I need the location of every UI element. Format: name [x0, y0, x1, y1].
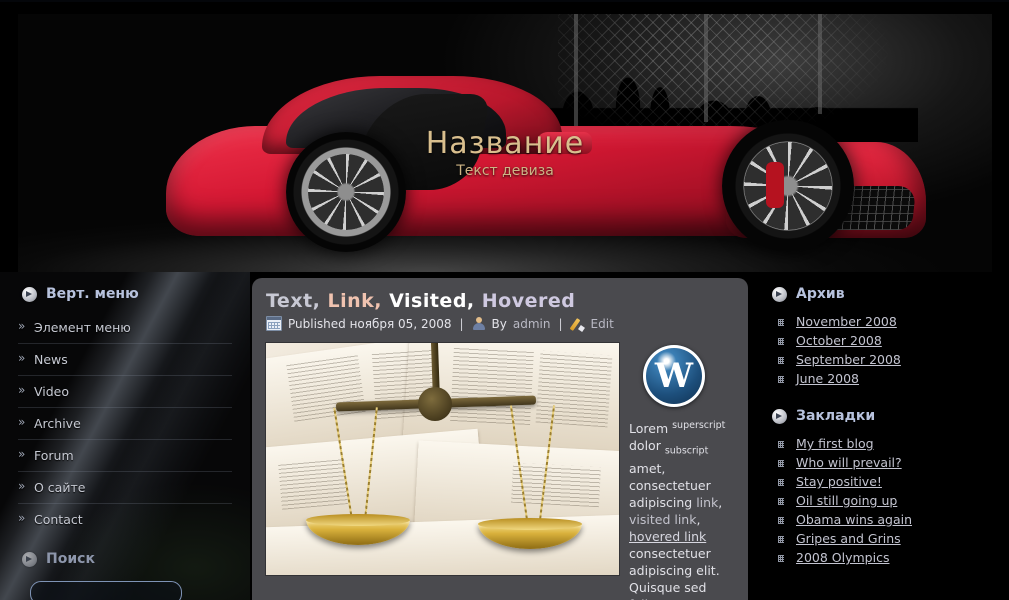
- vertical-menu-heading: Верт. меню: [0, 272, 250, 312]
- bookmark-link-obama-wins-again[interactable]: Obama wins again: [796, 512, 912, 527]
- meta-separator: |: [459, 316, 464, 331]
- sidebar-item-contact[interactable]: Contact: [18, 504, 232, 535]
- published-date: Published ноября 05, 2008: [288, 316, 452, 331]
- sidebar-item-forum[interactable]: Forum: [18, 440, 232, 471]
- by-label: By: [491, 316, 507, 331]
- bookmark-link-my-first-blog[interactable]: My first blog: [796, 436, 874, 451]
- meta-separator: |: [558, 316, 563, 331]
- list-item[interactable]: Oil still going up: [778, 493, 1009, 512]
- menu-item[interactable]: News: [18, 344, 232, 376]
- calendar-icon: [266, 316, 282, 331]
- wordpress-logo-glyph: W: [654, 356, 694, 396]
- menu-item[interactable]: О сайте: [18, 472, 232, 504]
- sidebar-item-video[interactable]: Video: [18, 376, 232, 407]
- search-title: Поиск: [46, 551, 95, 567]
- menu-item[interactable]: Archive: [18, 408, 232, 440]
- post-side-text: W Lorem superscript dolor subscript amet…: [629, 343, 738, 600]
- sidebar-item-archive[interactable]: Archive: [18, 408, 232, 439]
- list-item[interactable]: June 2008: [778, 371, 1009, 390]
- title-part-visited: Visited,: [389, 290, 475, 312]
- archive-link-november[interactable]: November 2008: [796, 314, 897, 329]
- post-meta: Published ноября 05, 2008 | By admin | E…: [266, 316, 748, 331]
- pencil-icon: [571, 317, 585, 330]
- menu-item[interactable]: Video: [18, 376, 232, 408]
- banner-title-group: Название Текст девиза: [18, 126, 992, 179]
- body-line-4: consectetuer adipiscing elit. Quisque se…: [629, 545, 720, 600]
- sidebar-item-element[interactable]: Элемент меню: [18, 312, 232, 343]
- sidebar-item-news[interactable]: News: [18, 344, 232, 375]
- title-part-link: Link,: [327, 290, 383, 312]
- page-title: Text, Link, Visited, Hovered: [266, 290, 748, 312]
- bookmark-link-gripes-and-grins[interactable]: Gripes and Grins: [796, 531, 901, 546]
- printed-text: [535, 350, 613, 428]
- columns-row: Верт. меню Элемент меню News Video Archi…: [0, 272, 1009, 600]
- comma: ,: [718, 494, 723, 510]
- author-link[interactable]: admin: [513, 317, 551, 331]
- site-tagline: Текст девиза: [456, 163, 554, 179]
- list-item[interactable]: September 2008: [778, 352, 1009, 371]
- list-item[interactable]: November 2008: [778, 314, 1009, 333]
- bookmarks-list: My first blog Who will prevail? Stay pos…: [752, 436, 1009, 569]
- archive-heading: Архив: [752, 272, 1009, 312]
- printed-text: [286, 354, 366, 422]
- list-item[interactable]: Obama wins again: [778, 512, 1009, 531]
- post-image: [266, 343, 619, 575]
- edit-link[interactable]: Edit: [591, 317, 614, 331]
- bookmark-link-oil-still-going-up[interactable]: Oil still going up: [796, 493, 897, 508]
- left-sidebar: Верт. меню Элемент меню News Video Archi…: [0, 272, 250, 600]
- main-content-panel: Text, Link, Visited, Hovered Published н…: [252, 278, 748, 600]
- arrow-circle-icon: [772, 408, 787, 424]
- subscript-text: subscript: [664, 445, 709, 457]
- wordpress-logo: W: [643, 345, 705, 407]
- search-input[interactable]: [30, 581, 182, 600]
- menu-item[interactable]: Forum: [18, 440, 232, 472]
- list-item[interactable]: Gripes and Grins: [778, 531, 1009, 550]
- printed-text: [450, 346, 534, 426]
- bookmarks-heading: Закладки: [752, 390, 1009, 434]
- site-title: Название: [425, 126, 585, 161]
- list-item[interactable]: 2008 Olympics: [778, 550, 1009, 569]
- menu-item[interactable]: Contact: [18, 504, 232, 535]
- user-icon: [472, 317, 486, 330]
- scales-hub: [418, 387, 452, 421]
- archive-link-october[interactable]: October 2008: [796, 333, 882, 348]
- arrow-circle-icon: [22, 286, 37, 302]
- list-item[interactable]: My first blog: [778, 436, 1009, 455]
- arrow-circle-icon: [772, 286, 787, 302]
- right-sidebar: Архив November 2008 October 2008 Septemb…: [752, 272, 1009, 600]
- comma: ,: [696, 511, 701, 527]
- body-line-2: dolor: [629, 438, 661, 454]
- title-part-text: Text,: [266, 290, 321, 312]
- sidebar-item-about[interactable]: О сайте: [18, 472, 232, 503]
- list-item[interactable]: Stay positive!: [778, 474, 1009, 493]
- vertical-menu-title: Верт. меню: [46, 286, 139, 302]
- list-item[interactable]: October 2008: [778, 333, 1009, 352]
- archive-link-june[interactable]: June 2008: [796, 371, 859, 386]
- bookmark-link-stay-positive[interactable]: Stay positive!: [796, 474, 882, 489]
- list-item[interactable]: Who will prevail?: [778, 455, 1009, 474]
- archive-list: November 2008 October 2008 September 200…: [752, 314, 1009, 390]
- top-strip: [0, 0, 1009, 2]
- arrow-circle-icon: [22, 551, 37, 567]
- site-banner: Название Текст девиза: [18, 14, 992, 272]
- archive-link-september[interactable]: September 2008: [796, 352, 901, 367]
- hovered-link[interactable]: hovered link: [629, 529, 706, 544]
- body-line-1: Lorem: [629, 421, 669, 437]
- archive-title: Архив: [796, 286, 845, 302]
- page-root: Название Текст девиза Верт. меню Элемент…: [0, 0, 1009, 600]
- printed-text: [278, 458, 348, 510]
- post-body: W Lorem superscript dolor subscript amet…: [252, 331, 748, 600]
- bookmark-link-who-will-prevail[interactable]: Who will prevail?: [796, 455, 902, 470]
- search-heading: Поиск: [0, 535, 250, 577]
- superscript-text: superscript: [672, 420, 726, 431]
- menu-item[interactable]: Элемент меню: [18, 312, 232, 344]
- bookmark-link-2008-olympics[interactable]: 2008 Olympics: [796, 550, 889, 565]
- visited-link[interactable]: visited link: [629, 512, 696, 527]
- title-part-hovered: Hovered: [481, 290, 576, 312]
- vertical-menu-list: Элемент меню News Video Archive Forum О …: [0, 312, 250, 535]
- bookmarks-title: Закладки: [796, 408, 876, 424]
- normal-link[interactable]: link: [696, 495, 718, 510]
